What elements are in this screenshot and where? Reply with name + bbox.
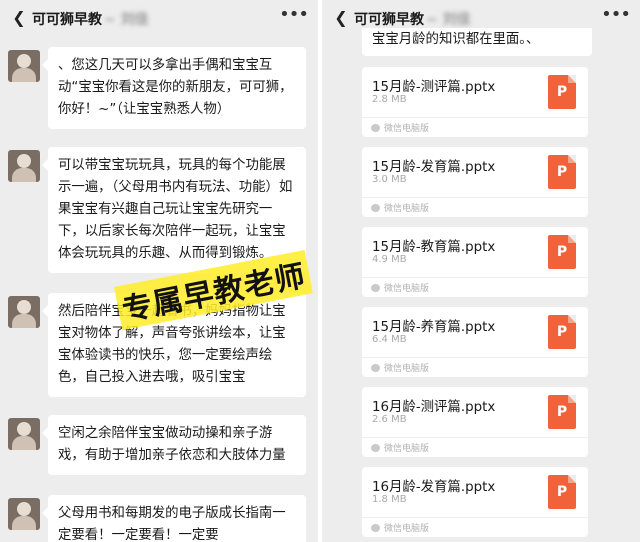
ppt-icon-letter: P [556, 84, 568, 100]
avatar[interactable] [8, 418, 40, 450]
file-footer: 微信电脑版 [362, 277, 588, 297]
file-footer: 微信电脑版 [362, 517, 588, 537]
file-size: 2.8 MB [372, 94, 407, 105]
file-source: 微信电脑版 [384, 524, 430, 534]
ppt-icon-letter: P [556, 244, 568, 260]
message-bubble[interactable]: 父母用书和每期发的电子版成长指南一定要看！一定要看！一定要 [42, 495, 306, 542]
file-source: 微信电脑版 [384, 364, 430, 374]
file-card[interactable]: 15月龄-测评篇.pptx 2.8 MB P 微信电脑版 [362, 67, 588, 137]
wechat-icon [371, 124, 380, 132]
file-name: 15月龄-测评篇.pptx [372, 80, 496, 95]
ppt-file-icon: P [548, 475, 576, 509]
avatar[interactable] [8, 296, 40, 328]
file-size: 4.9 MB [372, 254, 407, 265]
file-source: 微信电脑版 [384, 204, 430, 214]
chat-title-text: 可可狮早教 [32, 12, 102, 28]
file-card[interactable]: 16月龄-发育篇.pptx 1.8 MB P 微信电脑版 [362, 467, 588, 537]
file-source: 微信电脑版 [384, 284, 430, 294]
file-size: 3.0 MB [372, 174, 407, 185]
file-source: 微信电脑版 [384, 124, 430, 134]
wechat-icon [371, 284, 380, 292]
ppt-icon-letter: P [556, 404, 568, 420]
ppt-file-icon: P [548, 315, 576, 349]
wechat-icon [371, 444, 380, 452]
file-name: 15月龄-养育篇.pptx [372, 320, 496, 335]
chat-title-suffix: ~ 刘佳 [104, 12, 149, 28]
file-name: 15月龄-教育篇.pptx [372, 240, 496, 255]
message-bubble[interactable]: 空闲之余陪伴宝宝做动动操和亲子游戏，有助于增加亲子依恋和大肢体力量 [42, 415, 306, 475]
ppt-icon-letter: P [556, 484, 568, 500]
chat-title-text: 可可狮早教 [354, 12, 424, 28]
avatar[interactable] [8, 150, 40, 182]
file-card[interactable]: 15月龄-教育篇.pptx 4.9 MB P 微信电脑版 [362, 227, 588, 297]
ppt-file-icon: P [548, 155, 576, 189]
ppt-file-icon: P [548, 235, 576, 269]
file-footer: 微信电脑版 [362, 357, 588, 377]
file-card[interactable]: 15月龄-发育篇.pptx 3.0 MB P 微信电脑版 [362, 147, 588, 217]
file-footer: 微信电脑版 [362, 197, 588, 217]
ppt-icon-letter: P [556, 324, 568, 340]
wechat-icon [371, 524, 380, 532]
more-icon[interactable]: ••• [601, 6, 631, 24]
wechat-icon [371, 364, 380, 372]
chevron-left-icon[interactable]: ❮ [10, 9, 28, 27]
wechat-icon [371, 204, 380, 212]
file-name: 15月龄-发育篇.pptx [372, 160, 496, 175]
ppt-file-icon: P [548, 75, 576, 109]
file-card[interactable]: 15月龄-养育篇.pptx 6.4 MB P 微信电脑版 [362, 307, 588, 377]
file-card[interactable]: 16月龄-测评篇.pptx 2.6 MB P 微信电脑版 [362, 387, 588, 457]
chat-title: 可可狮早教 ~ 刘佳 [354, 9, 471, 29]
file-size: 2.6 MB [372, 414, 407, 425]
chevron-left-icon[interactable]: ❮ [332, 9, 350, 27]
file-size: 1.8 MB [372, 494, 407, 505]
chat-titlebar: ❮ 可可狮早教 ~ 刘佳 ••• [0, 0, 318, 36]
message-bubble[interactable]: 可以带宝宝玩玩具，玩具的每个功能展示一遍，（父母用书内有玩法、功能）如果宝宝有兴… [42, 147, 306, 273]
chat-title: 可可狮早教 ~ 刘佳 [32, 9, 149, 29]
file-name: 16月龄-发育篇.pptx [372, 480, 496, 495]
avatar[interactable] [8, 498, 40, 530]
file-source: 微信电脑版 [384, 444, 430, 454]
avatar[interactable] [8, 50, 40, 82]
message-bubble[interactable]: 宝宝月龄的知识都在里面。、 [362, 28, 592, 56]
ppt-icon-letter: P [556, 164, 568, 180]
chat-title-suffix: ~ 刘佳 [426, 12, 471, 28]
file-name: 16月龄-测评篇.pptx [372, 400, 496, 415]
message-bubble[interactable]: 、您这几天可以多拿出手偶和宝宝互动“宝宝你看这是你的新朋友，可可狮，你好！~”（… [42, 47, 306, 129]
file-footer: 微信电脑版 [362, 437, 588, 457]
file-footer: 微信电脑版 [362, 117, 588, 137]
file-size: 6.4 MB [372, 334, 407, 345]
more-icon[interactable]: ••• [279, 6, 309, 24]
ppt-file-icon: P [548, 395, 576, 429]
